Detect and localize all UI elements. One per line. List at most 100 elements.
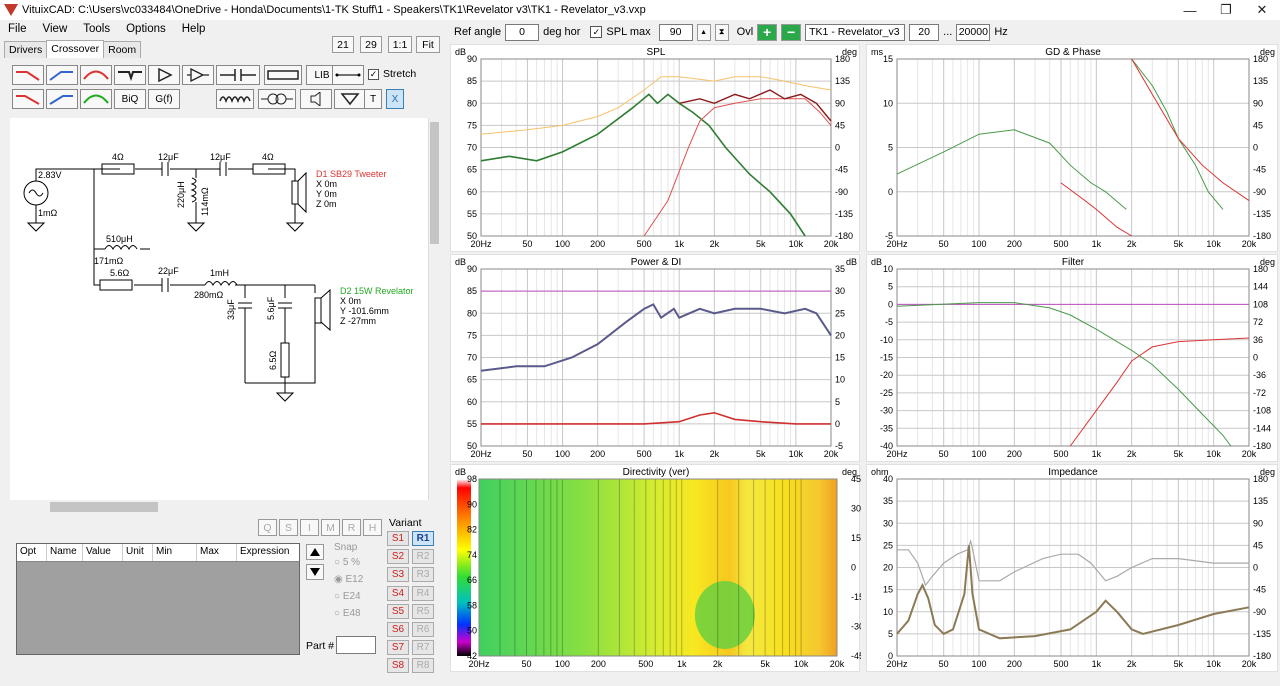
schematic-canvas[interactable]: 2.83V 1mΩ 4Ω 12μF 12μF 4Ω 220μH 114mΩ D1…	[10, 118, 428, 500]
spl-auto-button[interactable]: ⧗	[714, 23, 729, 41]
driver-button[interactable]	[300, 89, 332, 109]
y-right-tick-label: 90	[1253, 98, 1263, 108]
biquad-button[interactable]: BiQ	[114, 89, 146, 109]
stretch-checkbox[interactable]: ✓	[368, 69, 379, 80]
variant-r3-button[interactable]: R3	[412, 567, 434, 583]
wire-button[interactable]	[332, 65, 364, 85]
schematic-vertical-scrollbar[interactable]	[428, 118, 440, 500]
x-tick-label: 1k	[674, 449, 684, 459]
deg-hor-label: deg hor	[543, 26, 581, 38]
variant-s5-button[interactable]: S5	[387, 603, 409, 619]
variant-r2-button[interactable]: R2	[412, 549, 434, 565]
transformer-button[interactable]	[258, 89, 296, 109]
snap-e24[interactable]: ○ E24	[334, 591, 378, 602]
x-tick-label: 50	[522, 239, 532, 249]
highpass-blue-button[interactable]	[46, 65, 78, 85]
x-tick-label: 200	[591, 659, 606, 669]
highpass-2-button[interactable]	[46, 89, 78, 109]
freq-high-input[interactable]: 20000	[956, 23, 991, 41]
chart-title: Impedance	[1048, 467, 1098, 478]
lowpass-red-button[interactable]	[12, 65, 44, 85]
param-r-button[interactable]: R	[342, 519, 361, 536]
param-i-button[interactable]: I	[300, 519, 319, 536]
zoom-fit-button[interactable]: Fit	[416, 36, 440, 53]
param-q-button[interactable]: Q	[258, 519, 277, 536]
x-tick-label: 1k	[674, 239, 684, 249]
variant-r4-button[interactable]: R4	[412, 585, 434, 601]
move-up-button[interactable]	[306, 544, 324, 560]
variant-r6-button[interactable]: R6	[412, 622, 434, 637]
tab-crossover[interactable]: Crossover	[46, 40, 105, 58]
impedance-chart-panel[interactable]: Impedance ohm deg 20Hz 50 100 200 500 1k 2k 5k 10k 2…	[866, 464, 1278, 672]
tab-room[interactable]: Room	[103, 41, 142, 58]
variant-s3-button[interactable]: S3	[387, 567, 409, 583]
variant-r5-button[interactable]: R5	[412, 603, 434, 619]
variant-s6-button[interactable]: S6	[387, 622, 409, 637]
param-h-button[interactable]: H	[363, 519, 382, 536]
amp-button[interactable]	[182, 65, 214, 85]
freq-low-input[interactable]: 20	[909, 23, 940, 41]
variant-s8-button[interactable]: S8	[387, 658, 409, 674]
spl-chart-panel[interactable]: SPL dB deg 20Hz 50 100 200 500 1k 2k 5k 10k 20k 90 85 8…	[450, 44, 860, 252]
close-button[interactable]: ✕	[1244, 2, 1280, 18]
buffer-button[interactable]	[148, 65, 180, 85]
lowpass-2-button[interactable]	[12, 89, 44, 109]
spl-max-checkbox[interactable]: ✓	[590, 26, 603, 38]
delete-button[interactable]: X	[386, 89, 404, 109]
menu-options[interactable]: Options	[118, 23, 174, 35]
gd-phase-chart-panel[interactable]: GD & Phase ms deg 20Hz 50 100 200 500 1k 2k 5k 10k 2…	[866, 44, 1278, 252]
zoom-1to1-button[interactable]: 1:1	[388, 36, 412, 53]
capacitor-button[interactable]	[216, 65, 260, 85]
maximize-button[interactable]: ❐	[1208, 2, 1244, 18]
bandpass-red-button[interactable]	[80, 65, 112, 85]
menu-file[interactable]: File	[0, 23, 35, 35]
variant-r8-button[interactable]: R8	[412, 658, 434, 674]
variant-s4-button[interactable]: S4	[387, 585, 409, 601]
menu-help[interactable]: Help	[174, 23, 214, 35]
snap-e48[interactable]: ○ E48	[334, 608, 378, 619]
spl-max-input[interactable]: 90	[658, 23, 693, 41]
d1-z-label: Z 0m	[316, 199, 337, 209]
param-m-button[interactable]: M	[321, 519, 340, 536]
tab-drivers[interactable]: Drivers	[4, 41, 48, 58]
resistor-button[interactable]	[264, 65, 302, 85]
snap-5pct[interactable]: ○ 5 %	[334, 557, 378, 568]
snap-e12[interactable]: ◉ E12	[334, 574, 378, 585]
filter-chart-panel[interactable]: Filter dB deg 20Hz 50 100 200 500 1k 2k 5k 10k 20k 10…	[866, 254, 1278, 462]
variant-name-input[interactable]: TK1 - Revelator_v3	[805, 23, 906, 41]
variant-r1-button[interactable]: R1	[412, 531, 434, 546]
spl-spin-button[interactable]: ▲	[696, 23, 711, 41]
menu-view[interactable]: View	[35, 23, 76, 35]
right-unit-label: dB	[846, 257, 857, 267]
ground-button[interactable]	[334, 89, 366, 109]
inductor-button[interactable]	[216, 89, 254, 109]
menu-tools[interactable]: Tools	[75, 23, 118, 35]
notch-button[interactable]	[114, 65, 146, 85]
variant-s7-button[interactable]: S7	[387, 640, 409, 656]
y-left-tick-label: 60	[467, 397, 477, 407]
move-down-button[interactable]	[306, 564, 324, 580]
zoom-29-button[interactable]: 29	[360, 36, 382, 53]
directivity-chart-panel[interactable]: Directivity (ver) dB deg 98 90 82 74 66 58 50 42 20…	[450, 464, 861, 672]
bandpass-green-button[interactable]	[80, 89, 112, 109]
ref-angle-input[interactable]: 0	[505, 23, 540, 41]
minimize-button[interactable]: —	[1172, 3, 1208, 18]
part-number-input[interactable]	[336, 636, 376, 654]
param-s-button[interactable]: S	[279, 519, 298, 536]
y-left-tick-label: 25	[883, 540, 893, 550]
variant-s1-button[interactable]: S1	[387, 531, 409, 546]
x-tick-label: 500	[637, 239, 652, 249]
text-button[interactable]: T	[364, 89, 382, 109]
variant-s2-button[interactable]: S2	[387, 549, 409, 565]
variant-r7-button[interactable]: R7	[412, 640, 434, 656]
zoom-21-button[interactable]: 21	[332, 36, 354, 53]
schematic-horizontal-scrollbar[interactable]	[10, 500, 440, 514]
power-di-chart-panel[interactable]: Power & DI dB dB 20Hz 50 100 200 500 1k 2k 5k 10k 20…	[450, 254, 860, 462]
remove-overlay-button[interactable]: −	[781, 23, 802, 41]
y-left-tick-label: 5	[888, 143, 893, 153]
ground-icon	[340, 93, 360, 106]
add-overlay-button[interactable]: +	[757, 23, 778, 41]
parameter-table[interactable]: Opt Name Value Unit Min Max Expression	[16, 543, 300, 655]
transfer-function-button[interactable]: G(f)	[148, 89, 180, 109]
y-left-tick-label: 5	[888, 282, 893, 292]
